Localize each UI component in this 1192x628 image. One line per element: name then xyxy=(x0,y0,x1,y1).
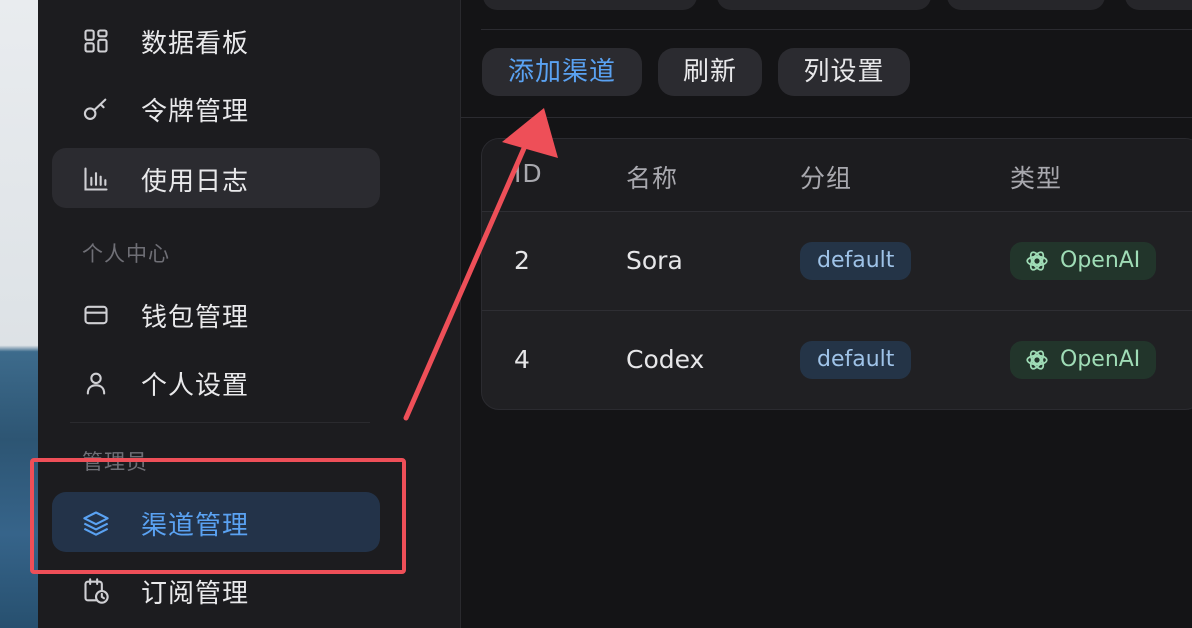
column-header-name[interactable]: 名称 xyxy=(626,159,678,195)
column-header-group[interactable]: 分组 xyxy=(800,159,852,195)
type-tag-label: OpenAI xyxy=(1060,347,1141,372)
openai-icon xyxy=(1026,350,1048,370)
cell-id: 4 xyxy=(514,345,530,374)
sidebar-item-dashboard[interactable]: 数据看板 xyxy=(52,10,380,70)
sidebar-item-label: 订阅管理 xyxy=(141,579,250,609)
column-header-type[interactable]: 类型 xyxy=(1010,159,1062,195)
openai-icon xyxy=(1026,251,1048,271)
grid-icon xyxy=(82,27,110,55)
sidebar-item-label: 令牌管理 xyxy=(141,97,250,127)
top-filter-chip[interactable] xyxy=(947,0,1105,10)
table-row[interactable]: 2 Sora default OpenAI xyxy=(482,212,1192,311)
column-settings-button[interactable]: 列设置 xyxy=(778,48,910,96)
top-filter-chip[interactable] xyxy=(717,0,931,10)
group-tag: default xyxy=(800,242,912,280)
section-title-personal: 个人中心 xyxy=(82,242,170,266)
bar-chart-icon xyxy=(82,165,110,193)
wallet-icon xyxy=(82,301,110,329)
key-icon xyxy=(82,95,110,123)
user-icon xyxy=(82,369,110,397)
add-channel-button[interactable]: 添加渠道 xyxy=(482,48,642,96)
column-header-id[interactable]: ID xyxy=(514,159,543,188)
cell-name: Sora xyxy=(626,246,683,275)
sidebar-item-usage-logs[interactable]: 使用日志 xyxy=(52,148,380,208)
toolbar-divider xyxy=(481,29,1192,30)
sidebar-item-personal-settings[interactable]: 个人设置 xyxy=(52,352,380,412)
table-header-row: ID 名称 分组 类型 xyxy=(482,139,1192,212)
table-row[interactable]: 4 Codex default OpenAI xyxy=(482,311,1192,409)
refresh-button[interactable]: 刷新 xyxy=(658,48,762,96)
top-filter-chip[interactable] xyxy=(1125,0,1192,10)
type-tag-label: OpenAI xyxy=(1060,248,1141,273)
sidebar-item-label: 使用日志 xyxy=(141,167,250,197)
channels-table: ID 名称 分组 类型 2 Sora default OpenAI 4 Code… xyxy=(481,138,1192,410)
calendar-clock-icon xyxy=(82,577,110,605)
sidebar-item-label: 个人设置 xyxy=(141,371,250,401)
sidebar-item-label: 钱包管理 xyxy=(141,303,250,333)
sidebar-item-wallet[interactable]: 钱包管理 xyxy=(52,284,380,344)
toolbar-bottom-divider xyxy=(461,117,1192,118)
main-content: 添加渠道 刷新 列设置 ID 名称 分组 类型 2 Sora default O… xyxy=(461,0,1192,628)
annotation-highlight-box xyxy=(30,458,406,574)
cell-id: 2 xyxy=(514,246,530,275)
type-tag: OpenAI xyxy=(1010,242,1157,280)
type-tag: OpenAI xyxy=(1010,341,1157,379)
group-tag: default xyxy=(800,341,912,379)
sidebar-item-tokens[interactable]: 令牌管理 xyxy=(52,78,380,138)
sidebar-item-label: 数据看板 xyxy=(141,29,250,59)
sidebar-divider xyxy=(70,422,370,423)
cell-name: Codex xyxy=(626,345,705,374)
top-filter-chip[interactable] xyxy=(483,0,697,10)
